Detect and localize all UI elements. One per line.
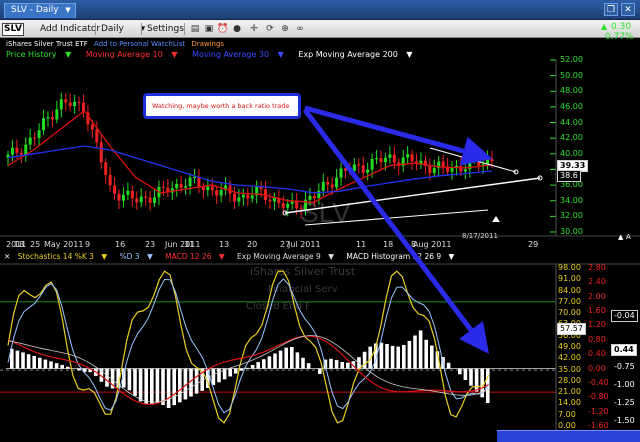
histogram-bar [402,344,406,369]
histogram-bar [424,339,428,369]
stochastic-axis-label: 0.00 [558,421,576,430]
histogram-bar [172,368,176,406]
watermark-sector: Financial Serv [268,284,338,295]
histogram-axis-label: -0.75 [614,362,635,371]
histogram-bar [60,364,64,369]
histogram-bar [334,360,339,369]
histogram-bar [105,368,109,387]
macd-axis-label: -1.60 [588,421,609,430]
histogram-bar [413,335,417,369]
stochastic-axis-label: 35.00 [558,364,581,374]
stochastic-axis-label: 84.00 [558,285,581,295]
histogram-bar [133,368,137,396]
stochastic-axis-label: 70.00 [558,308,581,318]
macd-axis-label: -0.80 [588,392,609,402]
histogram-bar [138,368,143,402]
macd-axis-label: 0.00 [588,363,606,373]
histogram-bar [295,352,300,369]
chart-scrollbar[interactable] [497,430,640,442]
trading-chart-window: SLV - Daily ▼ ❐ ✕ Add Indicator Daily ▾ … [0,0,640,442]
histogram-bar [379,342,384,369]
stochastic-axis-label: 98.00 [558,263,581,272]
histogram-bar [278,350,283,369]
histogram-bar [469,368,473,386]
histogram-bar [166,368,171,409]
indicator-chart[interactable]: iShares Silver Trust Financial Serv Clos… [0,0,640,442]
stochastic-axis-label: 7.00 [558,409,576,419]
histogram-bar [306,363,311,369]
histogram-bar [38,357,42,369]
histogram-bar [234,368,238,374]
macd-axis-label: -0.40 [588,377,609,387]
macd-axis-label: 2.00 [588,291,606,301]
histogram-bar [21,352,25,369]
stochastic-axis-label: 21.00 [558,387,581,397]
stochastic-axis-label: 49.00 [558,342,581,351]
macd-axis-label: 0.40 [588,349,606,359]
histogram-bar [340,361,344,369]
histogram-bar [458,368,462,375]
histogram-bar [474,368,479,392]
histogram-bar [430,345,434,369]
histogram-bar [144,368,148,405]
histogram-bar [228,368,232,377]
histogram-bar [463,368,468,381]
histogram-bar [194,368,199,394]
stochastic-value-flag: 57.57 [557,323,586,335]
histogram-bar [15,350,20,369]
histogram-bar [32,355,36,369]
histogram-bar [418,330,423,369]
histogram-bar [26,354,31,369]
stochastic-axis-label: 28.00 [558,375,581,385]
histogram-axis-label: -1.25 [614,398,635,407]
histogram-bar [178,368,182,403]
histogram-axis-label: -1.50 [614,416,635,425]
stochastic-axis-label: 77.00 [558,296,581,306]
histogram-bar [150,368,154,404]
histogram-bar [66,366,70,369]
stochastic-axis-label: 91.00 [558,274,581,284]
histogram-bar [396,346,400,369]
histogram-bar [43,359,48,369]
histogram-bar [155,368,160,404]
histogram-bar [362,351,367,369]
histogram-bar [49,361,53,369]
histogram-bar [284,347,288,369]
histogram-bar [446,362,451,369]
histogram-bar [239,368,244,371]
histogram-bar [407,340,412,369]
stochastic-axis-label: 42.00 [558,353,581,363]
histogram-value-flag: 0.44 [611,344,637,356]
histogram-bar [273,353,277,369]
histogram-axis-label: -1.00 [614,380,635,389]
histogram-bar [390,345,395,369]
watermark-type: Closed End F [246,301,311,312]
macd-axis-label: 2.80 [588,263,606,272]
histogram-bar [127,368,132,391]
histogram-bar [256,362,260,369]
macd-axis-label: 1.60 [588,306,606,316]
histogram-bar [329,358,333,369]
macd-axis-label: 2.40 [588,277,606,287]
histogram-bar [318,368,322,374]
histogram-bar [77,368,81,371]
macd-value-flag: -0.04 [611,310,638,322]
macd-axis-label: -1.20 [588,406,609,416]
histogram-bar [54,363,59,369]
histogram-bar [262,359,266,369]
histogram-bar [267,356,272,369]
macd-axis-label: 1.20 [588,320,606,330]
histogram-bar [301,357,305,369]
histogram-bar [250,364,255,369]
histogram-bar [245,367,249,369]
histogram-bar [217,368,221,383]
watermark-name: iShares Silver Trust [250,265,356,278]
stochastic-axis-label: 14.00 [558,398,581,408]
histogram-bar [211,368,216,386]
histogram-bar [161,368,165,405]
histogram-bar [346,362,350,369]
macd-axis-label: 0.80 [588,334,606,344]
histogram-bar [385,344,389,369]
histogram-bar [290,347,294,369]
